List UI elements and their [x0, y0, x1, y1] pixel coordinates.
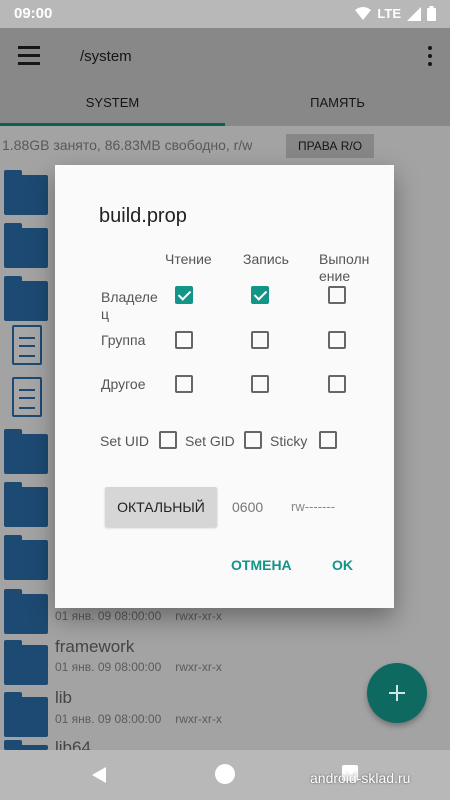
network-type: LTE	[377, 6, 401, 21]
row-owner-label: Владеле ц	[101, 289, 158, 322]
cancel-button[interactable]: ОТМЕНА	[231, 557, 292, 573]
ok-button[interactable]: OK	[332, 557, 353, 573]
setuid-label: Set UID	[100, 433, 150, 449]
battery-icon	[427, 6, 436, 21]
other-read-checkbox[interactable]	[175, 375, 193, 393]
octal-button[interactable]: ОКТАЛЬНЫЙ	[105, 487, 217, 527]
setgid-checkbox[interactable]	[244, 431, 262, 449]
owner-write-checkbox[interactable]	[251, 286, 269, 304]
status-bar: 09:00 LTE	[0, 0, 450, 28]
back-icon[interactable]	[92, 767, 106, 783]
signal-icon	[407, 6, 421, 21]
group-write-checkbox[interactable]	[251, 331, 269, 349]
column-write: Запись	[243, 251, 289, 267]
setgid-label: Set GID	[185, 433, 235, 449]
setuid-checkbox[interactable]	[159, 431, 177, 449]
status-icons: LTE	[355, 6, 436, 21]
permissions-dialog: build.prop Чтение Запись Выполн ение Вла…	[55, 165, 394, 608]
group-exec-checkbox[interactable]	[328, 331, 346, 349]
row-other-label: Другое	[101, 376, 146, 392]
other-exec-checkbox[interactable]	[328, 375, 346, 393]
row-group-label: Группа	[101, 332, 146, 348]
sticky-checkbox[interactable]	[319, 431, 337, 449]
octal-value: 0600	[232, 499, 264, 515]
column-exec: Выполн ение	[319, 251, 370, 284]
owner-read-checkbox[interactable]	[175, 286, 193, 304]
group-read-checkbox[interactable]	[175, 331, 193, 349]
watermark: android-sklad.ru	[310, 770, 411, 786]
sticky-label: Sticky	[270, 433, 308, 449]
dialog-title: build.prop	[99, 205, 187, 227]
owner-exec-checkbox[interactable]	[328, 286, 346, 304]
column-read: Чтение	[165, 251, 212, 267]
home-icon[interactable]	[215, 764, 235, 784]
add-icon[interactable]	[367, 663, 427, 723]
wifi-icon	[355, 6, 372, 20]
other-write-checkbox[interactable]	[251, 375, 269, 393]
symbolic-value: rw-------	[291, 499, 336, 514]
status-time: 09:00	[14, 5, 53, 22]
